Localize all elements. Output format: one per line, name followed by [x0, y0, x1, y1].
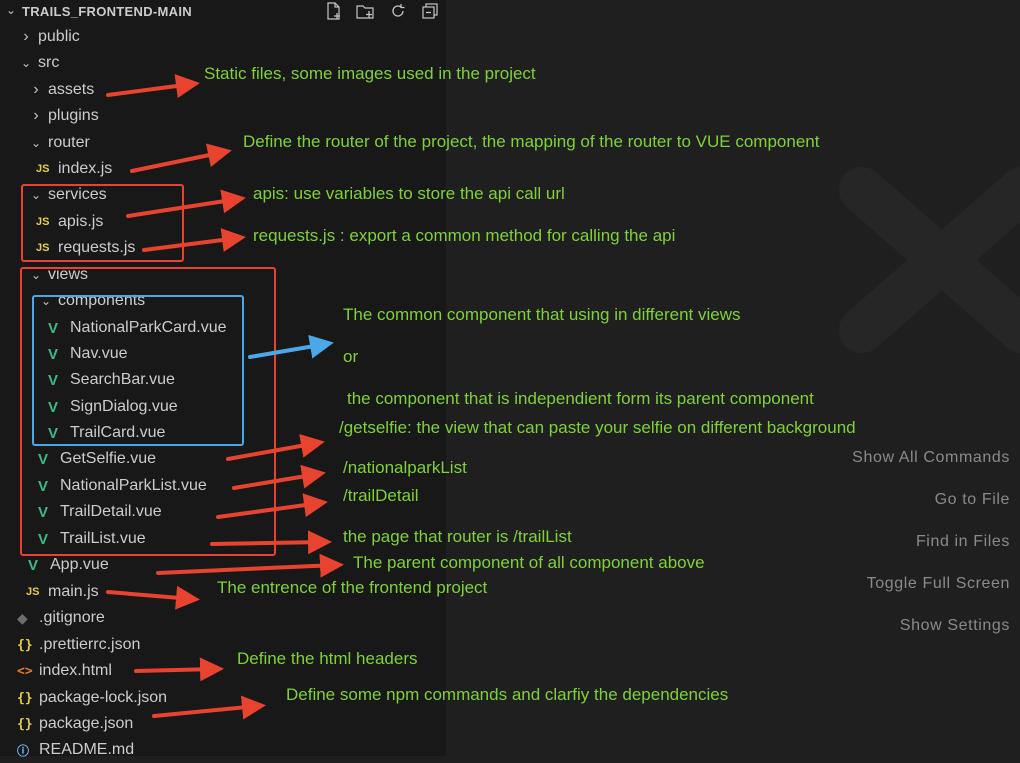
- components-highlight-box: [32, 295, 244, 446]
- js-file-icon: JS: [36, 163, 50, 175]
- annotation-note: requests.js : export a common method for…: [253, 226, 676, 245]
- tree-item-label: assets: [48, 81, 95, 98]
- file-item[interactable]: JS index.js: [36, 156, 112, 182]
- file-item[interactable]: ◆ .gitignore: [17, 605, 105, 631]
- json-file-icon: {}: [17, 690, 33, 706]
- chevron-down-icon: ⌄: [20, 56, 32, 70]
- annotation-note: Define some npm commands and clarfiy the…: [286, 685, 729, 704]
- folder-item[interactable]: › public: [20, 24, 80, 50]
- html-file-icon: <>: [17, 663, 33, 679]
- annotation-note: or: [343, 347, 359, 366]
- folder-item[interactable]: ⌄ src: [20, 50, 59, 76]
- file-item[interactable]: {} .prettierrc.json: [17, 632, 140, 658]
- annotation-note: the component that is independient form …: [347, 389, 814, 408]
- tree-item-label: index.js: [58, 160, 113, 177]
- json-file-icon: {}: [17, 716, 33, 732]
- file-item[interactable]: {} package.json: [17, 711, 133, 737]
- annotation-note: The parent component of all component ab…: [353, 553, 705, 572]
- tree-item-label: index.html: [39, 662, 112, 679]
- tree-item-label: .prettierrc.json: [39, 636, 141, 653]
- refresh-icon[interactable]: [388, 1, 408, 21]
- shortcut-go-to-file[interactable]: Go to File: [935, 491, 1010, 509]
- annotation-note: The entrence of the frontend project: [217, 578, 488, 597]
- tree-item-label: public: [38, 28, 80, 45]
- tree-item-label: App.vue: [50, 556, 109, 573]
- json-file-icon: {}: [17, 637, 33, 653]
- tree-item-label: README.md: [39, 741, 135, 758]
- shortcut-toggle-full-screen[interactable]: Toggle Full Screen: [867, 575, 1010, 593]
- services-highlight-box: [21, 184, 184, 262]
- folder-item[interactable]: ⌄ router: [30, 130, 90, 156]
- file-item[interactable]: ⓘ README.md: [17, 737, 134, 763]
- tree-item-label: .gitignore: [39, 609, 105, 626]
- git-file-icon: ◆: [17, 609, 28, 626]
- shortcut-show-settings[interactable]: Show Settings: [900, 617, 1010, 635]
- annotation-note: The common component that using in diffe…: [343, 305, 741, 324]
- tree-item-label: package.json: [39, 715, 134, 732]
- annotation-note: the page that router is /trailList: [343, 527, 572, 546]
- tree-item-label: plugins: [48, 107, 99, 124]
- annotation-note: /getselfie: the view that can paste your…: [339, 418, 856, 437]
- new-folder-icon[interactable]: [355, 1, 375, 21]
- vue-file-icon: V: [28, 556, 39, 574]
- shortcut-find-in-files[interactable]: Find in Files: [916, 533, 1010, 551]
- explorer-header[interactable]: ⌄ TRAILS_FRONTEND-MAIN: [0, 0, 446, 22]
- tree-item-label: main.js: [48, 583, 99, 600]
- collapse-all-icon[interactable]: [420, 1, 440, 21]
- js-file-icon: JS: [26, 586, 40, 598]
- annotation-note: /nationalparkList: [343, 458, 467, 477]
- chevron-right-icon: ›: [33, 81, 39, 98]
- chevron-right-icon: ›: [33, 107, 39, 124]
- annotation-note: apis: use variables to store the api cal…: [253, 184, 565, 203]
- tree-item-label: package-lock.json: [39, 689, 168, 706]
- annotation-note: Define the html headers: [237, 649, 418, 668]
- chevron-right-icon: ›: [23, 28, 29, 45]
- shortcut-show-all-commands[interactable]: Show All Commands: [852, 449, 1010, 467]
- explorer-title: TRAILS_FRONTEND-MAIN: [22, 4, 192, 19]
- annotation-note: Static files, some images used in the pr…: [204, 64, 536, 83]
- tree-item-label: router: [48, 134, 90, 151]
- editor-area: Show All Commands Go to File Find in Files…: [446, 0, 1020, 756]
- folder-item[interactable]: › plugins: [30, 103, 99, 129]
- folder-item[interactable]: › assets: [30, 77, 94, 103]
- chevron-down-icon: ⌄: [30, 136, 42, 150]
- file-item[interactable]: {} package-lock.json: [17, 685, 167, 711]
- vscode-logo-watermark-icon: [839, 167, 1020, 353]
- new-file-icon[interactable]: [323, 1, 343, 21]
- file-item[interactable]: <> index.html: [17, 658, 112, 684]
- tree-item-label: src: [38, 54, 60, 71]
- annotation-note: /trailDetail: [343, 486, 419, 505]
- chevron-down-icon[interactable]: ⌄: [6, 3, 16, 17]
- annotation-note: Define the router of the project, the ma…: [243, 132, 820, 151]
- file-item[interactable]: JS main.js: [26, 579, 99, 605]
